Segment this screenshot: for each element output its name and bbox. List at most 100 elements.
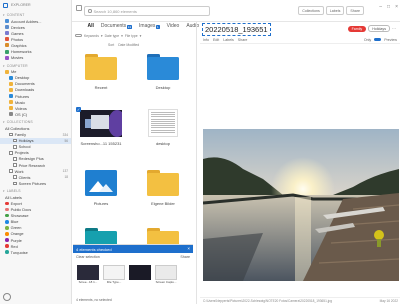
checkbox[interactable]	[13, 163, 17, 167]
toolbar-buttons: Collections Labels Share	[298, 6, 364, 15]
grid-item-label: Eigene Bilder	[151, 201, 175, 206]
sidebar-item-label: Red	[10, 243, 18, 249]
selected-item[interactable]	[129, 265, 151, 285]
preview-pane: 20220518_193651 Family Holidays ⋯ Info E…	[200, 22, 400, 304]
more-icon[interactable]: ⋯	[392, 26, 396, 31]
share-button[interactable]: Share	[238, 38, 248, 42]
sidebar-item[interactable]: Screen Pictures	[0, 180, 71, 186]
grid-item[interactable]: Pictures	[74, 166, 128, 208]
sidebar-item-label: Turquoise	[10, 249, 28, 255]
labels-button[interactable]: Labels	[325, 6, 345, 15]
toggle-switch[interactable]	[75, 33, 82, 38]
grid-item-label: desktop	[155, 141, 170, 146]
sidebar-item-label: Videos	[15, 105, 27, 111]
collection-tag[interactable]: Holidays	[368, 25, 390, 32]
sidebar-item-label: School	[18, 144, 31, 150]
gear-icon[interactable]	[3, 293, 11, 301]
keywords-filter[interactable]: Keywords	[84, 34, 99, 38]
maximize-icon[interactable]: □	[387, 4, 390, 10]
selected-item[interactable]: Scree...18 1...	[77, 265, 99, 285]
file-type-filter[interactable]: File type	[125, 34, 138, 38]
selected-item-label: Screen Captu...	[155, 280, 177, 284]
collections-button[interactable]: Collections	[298, 6, 324, 15]
checkmark-icon[interactable]: ✓	[76, 107, 81, 112]
pane-divider[interactable]	[196, 22, 197, 304]
checkbox[interactable]	[9, 151, 13, 155]
checkbox[interactable]	[9, 169, 13, 173]
tab-all[interactable]: All	[84, 23, 97, 29]
checkbox[interactable]	[13, 144, 17, 149]
preview-tags: Family Holidays ⋯	[347, 25, 396, 32]
sidebar-item-label: Desktop	[15, 75, 30, 81]
checkbox[interactable]	[13, 175, 17, 179]
labels-button[interactable]: Labels	[223, 38, 234, 42]
sidebar-item-label: Projects	[14, 150, 29, 156]
sort-label[interactable]: Sort	[108, 43, 114, 47]
tab-video[interactable]: Video	[163, 23, 183, 29]
search-input[interactable]: Search 10,860 elements	[84, 6, 210, 16]
sidebar-item[interactable]: OS (C)	[0, 111, 71, 117]
grid-item[interactable]: Desktop	[136, 50, 190, 92]
top-toolbar: Search 10,860 elements Collections Label…	[72, 0, 400, 22]
tab-images[interactable]: Images 1	[136, 23, 164, 29]
thumbnail-image	[129, 265, 151, 280]
sidebar-item-label: Movies	[11, 55, 24, 61]
sidebar-item-label: Pictures	[15, 93, 30, 99]
sidebar-item-label: Orange	[10, 231, 24, 237]
close-icon[interactable]: ×	[187, 246, 190, 251]
share-button[interactable]: Share	[346, 6, 364, 15]
sidebar-section-title[interactable]: ▾ COLLECTIONS	[0, 117, 71, 125]
sidebar-item[interactable]: Movies	[0, 55, 71, 61]
preview-label: Preview	[384, 37, 397, 42]
minimize-icon[interactable]: –	[379, 4, 382, 10]
preview-title[interactable]: 20220518_193651	[202, 22, 271, 36]
mode-select[interactable]: Only	[364, 38, 371, 42]
folder-icon	[5, 19, 9, 24]
grid-item-label: Pictures	[93, 201, 109, 206]
preview-toggle[interactable]	[374, 37, 382, 42]
checkbox[interactable]	[9, 132, 13, 137]
selected-item[interactable]: Screen Captu...	[155, 265, 177, 285]
share-selection-button[interactable]: Share	[180, 255, 190, 259]
info-button[interactable]: Info	[203, 38, 209, 42]
sidebar-item-label: Blue	[10, 219, 19, 225]
sort-order-label[interactable]: Date Modified	[118, 43, 139, 47]
screenshot-thumbnail	[80, 109, 122, 137]
grid-item-thumbnail	[140, 166, 186, 200]
chevron-down-icon: ▾	[139, 33, 142, 38]
sidebar-section-title[interactable]: ▾ LABELS	[0, 186, 71, 194]
grid-item-thumbnail	[140, 50, 186, 84]
item-count: 137	[62, 169, 68, 174]
app-header: EXPLORER	[0, 0, 71, 10]
grid-item[interactable]: desktop	[136, 106, 190, 148]
grid-item[interactable]: Eigene Bilder	[136, 166, 190, 208]
sidebar-item-label: Redesign Plus	[18, 156, 44, 162]
collection-tag[interactable]: Family	[347, 25, 367, 32]
thumbnail-image	[77, 265, 99, 280]
chevron-down-icon: ▾	[121, 33, 123, 38]
checkbox[interactable]	[13, 181, 17, 186]
date-type-filter[interactable]: Date type	[105, 34, 120, 38]
sidebar-item[interactable]: Turquoise	[0, 249, 71, 255]
clear-selection-button[interactable]: Clear selection	[76, 255, 100, 259]
panel-toggle-icon[interactable]	[76, 5, 82, 11]
item-count: 334	[62, 132, 68, 137]
sidebar-item-label: Export	[10, 200, 22, 206]
folder-icon	[5, 37, 9, 42]
checkbox[interactable]	[13, 138, 17, 143]
sidebar-item-label: Screen Pictures	[18, 180, 47, 186]
folder-icon	[147, 54, 179, 80]
tab-documents[interactable]: Documents 13	[97, 23, 135, 29]
grid-item-thumbnail	[78, 166, 124, 200]
grid-item[interactable]: ✓ Screensho...11 155231	[74, 106, 128, 148]
selected-item[interactable]: File Type...	[103, 265, 125, 285]
sun-reflection	[295, 197, 311, 281]
checkbox[interactable]	[13, 157, 17, 161]
sidebar-section-title[interactable]: ▾ COMPUTER	[0, 61, 71, 69]
sidebar-section-title[interactable]: ▾ CONTENT	[0, 10, 71, 18]
grid-item[interactable]: Recent	[74, 50, 128, 92]
folder-icon	[9, 112, 13, 117]
sidebar-item-label: Family	[14, 132, 27, 138]
close-icon[interactable]: ×	[395, 4, 398, 10]
edit-button[interactable]: Edit	[213, 38, 219, 42]
